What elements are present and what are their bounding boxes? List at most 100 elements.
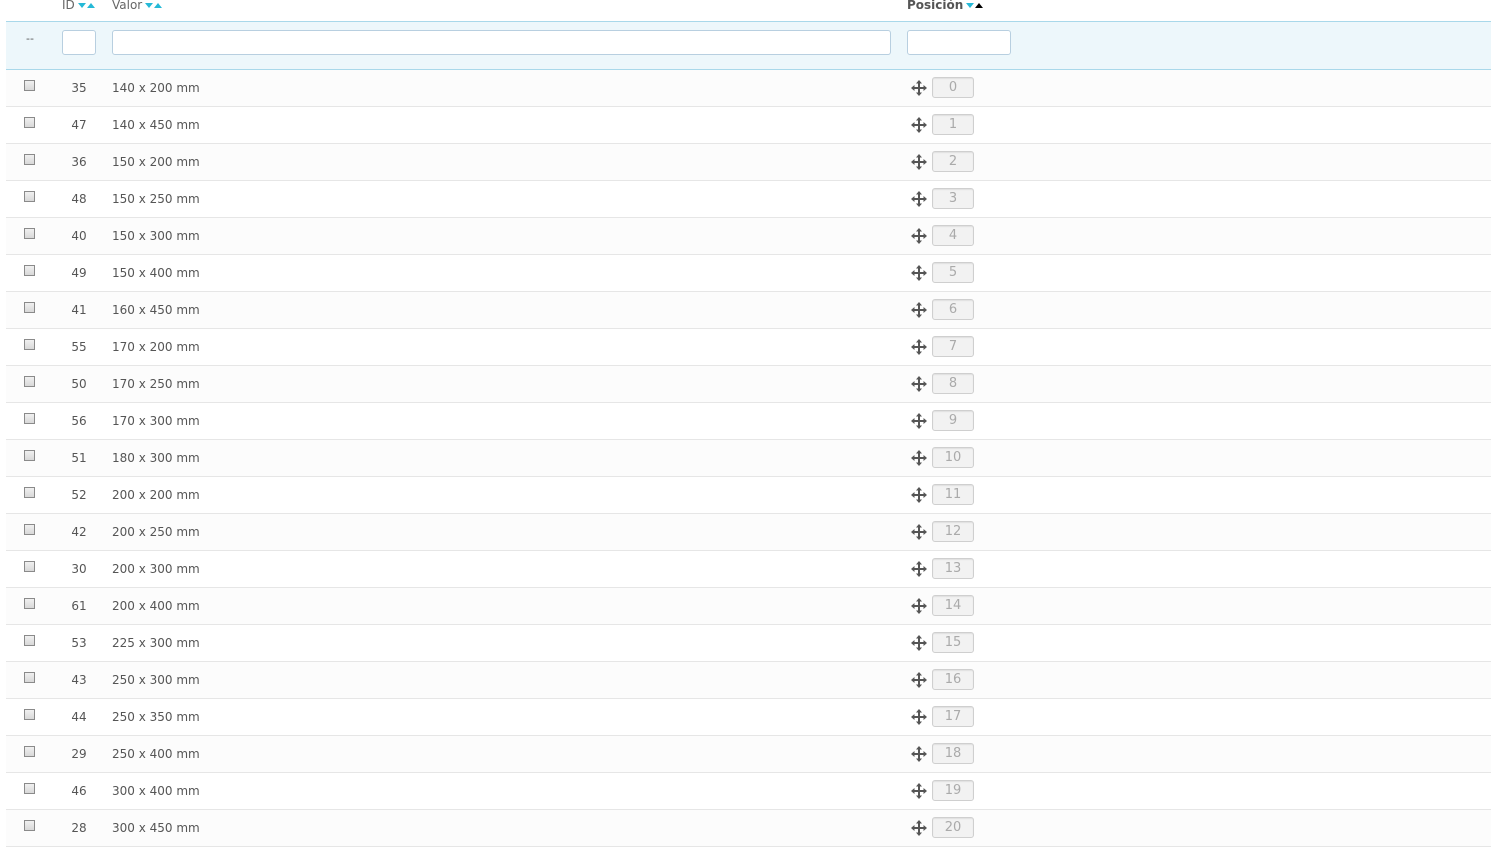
drag-move-icon[interactable] bbox=[911, 117, 927, 133]
row-checkbox[interactable] bbox=[24, 117, 35, 128]
drag-move-icon[interactable] bbox=[911, 228, 927, 244]
drag-move-icon[interactable] bbox=[911, 635, 927, 651]
table-row[interactable]: 49 150 x 400 mm 5 bbox=[6, 255, 1491, 292]
table-row[interactable]: 44 250 x 350 mm 17 bbox=[6, 699, 1491, 736]
row-value: 140 x 200 mm bbox=[112, 81, 200, 95]
drag-move-icon[interactable] bbox=[911, 154, 927, 170]
drag-move-icon[interactable] bbox=[911, 746, 927, 762]
drag-move-icon[interactable] bbox=[911, 598, 927, 614]
sort-desc-icon[interactable] bbox=[77, 2, 86, 8]
drag-move-icon[interactable] bbox=[911, 80, 927, 96]
row-value: 200 x 200 mm bbox=[112, 488, 200, 502]
filter-value-input[interactable] bbox=[112, 30, 891, 55]
table-row[interactable]: 56 170 x 300 mm 9 bbox=[6, 403, 1491, 440]
row-checkbox[interactable] bbox=[24, 80, 35, 91]
row-position-badge: 20 bbox=[932, 817, 974, 838]
drag-move-icon[interactable] bbox=[911, 487, 927, 503]
sort-desc-icon[interactable] bbox=[966, 2, 975, 8]
row-position-badge: 3 bbox=[932, 188, 974, 209]
row-checkbox[interactable] bbox=[24, 265, 35, 276]
drag-move-icon[interactable] bbox=[911, 561, 927, 577]
row-value: 300 x 450 mm bbox=[112, 821, 200, 835]
row-id: 61 bbox=[71, 599, 87, 613]
table-row[interactable]: 43 250 x 300 mm 16 bbox=[6, 662, 1491, 699]
table-row[interactable]: 53 225 x 300 mm 15 bbox=[6, 625, 1491, 662]
row-value: 200 x 300 mm bbox=[112, 562, 200, 576]
sort-desc-icon[interactable] bbox=[145, 2, 154, 8]
column-position-label: Posición bbox=[907, 0, 964, 12]
row-value: 300 x 400 mm bbox=[112, 784, 200, 798]
row-position-badge: 17 bbox=[932, 706, 974, 727]
drag-move-icon[interactable] bbox=[911, 376, 927, 392]
table-row[interactable]: 50 170 x 250 mm 8 bbox=[6, 366, 1491, 403]
row-checkbox[interactable] bbox=[24, 302, 35, 313]
drag-move-icon[interactable] bbox=[911, 672, 927, 688]
row-value: 140 x 450 mm bbox=[112, 118, 200, 132]
column-id-header: ID bbox=[62, 0, 95, 12]
row-checkbox[interactable] bbox=[24, 154, 35, 165]
sort-asc-icon[interactable] bbox=[86, 2, 95, 8]
row-checkbox[interactable] bbox=[24, 820, 35, 831]
row-id: 43 bbox=[71, 673, 87, 687]
filter-position-input[interactable] bbox=[907, 30, 1011, 55]
row-checkbox[interactable] bbox=[24, 228, 35, 239]
row-checkbox[interactable] bbox=[24, 339, 35, 350]
row-id: 53 bbox=[71, 636, 87, 650]
row-value: 250 x 400 mm bbox=[112, 747, 200, 761]
drag-move-icon[interactable] bbox=[911, 191, 927, 207]
filter-id-input[interactable] bbox=[62, 30, 96, 55]
row-value: 225 x 300 mm bbox=[112, 636, 200, 650]
table-row[interactable]: 41 160 x 450 mm 6 bbox=[6, 292, 1491, 329]
row-checkbox[interactable] bbox=[24, 598, 35, 609]
row-checkbox[interactable] bbox=[24, 450, 35, 461]
sort-asc-icon[interactable] bbox=[154, 2, 163, 8]
table-row[interactable]: 36 150 x 200 mm 2 bbox=[6, 144, 1491, 181]
drag-move-icon[interactable] bbox=[911, 265, 927, 281]
table-row[interactable]: 52 200 x 200 mm 11 bbox=[6, 477, 1491, 514]
table-row[interactable]: 28 300 x 450 mm 20 bbox=[6, 810, 1491, 847]
table-row[interactable]: 48 150 x 250 mm 3 bbox=[6, 181, 1491, 218]
table-row[interactable]: 47 140 x 450 mm 1 bbox=[6, 107, 1491, 144]
drag-move-icon[interactable] bbox=[911, 820, 927, 836]
row-checkbox[interactable] bbox=[24, 524, 35, 535]
row-id: 41 bbox=[71, 303, 87, 317]
table-row[interactable]: 51 180 x 300 mm 10 bbox=[6, 440, 1491, 477]
row-checkbox[interactable] bbox=[24, 191, 35, 202]
row-id: 29 bbox=[71, 747, 87, 761]
drag-move-icon[interactable] bbox=[911, 302, 927, 318]
table-row[interactable]: 30 200 x 300 mm 13 bbox=[6, 551, 1491, 588]
row-id: 55 bbox=[71, 340, 87, 354]
row-checkbox[interactable] bbox=[24, 376, 35, 387]
row-position-badge: 10 bbox=[932, 447, 974, 468]
table-row[interactable]: 42 200 x 250 mm 12 bbox=[6, 514, 1491, 551]
row-position-badge: 9 bbox=[932, 410, 974, 431]
row-position-badge: 13 bbox=[932, 558, 974, 579]
row-checkbox[interactable] bbox=[24, 746, 35, 757]
table-row[interactable]: 61 200 x 400 mm 14 bbox=[6, 588, 1491, 625]
table-row[interactable]: 46 300 x 400 mm 19 bbox=[6, 773, 1491, 810]
row-id: 48 bbox=[71, 192, 87, 206]
row-checkbox[interactable] bbox=[24, 635, 35, 646]
row-checkbox[interactable] bbox=[24, 783, 35, 794]
drag-move-icon[interactable] bbox=[911, 783, 927, 799]
row-checkbox[interactable] bbox=[24, 487, 35, 498]
row-position-badge: 5 bbox=[932, 262, 974, 283]
drag-move-icon[interactable] bbox=[911, 339, 927, 355]
row-value: 200 x 400 mm bbox=[112, 599, 200, 613]
drag-move-icon[interactable] bbox=[911, 450, 927, 466]
drag-move-icon[interactable] bbox=[911, 413, 927, 429]
table-row[interactable]: 55 170 x 200 mm 7 bbox=[6, 329, 1491, 366]
sort-asc-icon[interactable] bbox=[975, 2, 984, 8]
drag-move-icon[interactable] bbox=[911, 709, 927, 725]
row-checkbox[interactable] bbox=[24, 561, 35, 572]
row-id: 42 bbox=[71, 525, 87, 539]
table-row[interactable]: 29 250 x 400 mm 18 bbox=[6, 736, 1491, 773]
drag-move-icon[interactable] bbox=[911, 524, 927, 540]
table-row[interactable]: 35 140 x 200 mm 0 bbox=[6, 70, 1491, 107]
row-checkbox[interactable] bbox=[24, 672, 35, 683]
row-checkbox[interactable] bbox=[24, 413, 35, 424]
column-value-header: Valor bbox=[112, 0, 163, 12]
row-position-badge: 6 bbox=[932, 299, 974, 320]
table-row[interactable]: 40 150 x 300 mm 4 bbox=[6, 218, 1491, 255]
row-checkbox[interactable] bbox=[24, 709, 35, 720]
